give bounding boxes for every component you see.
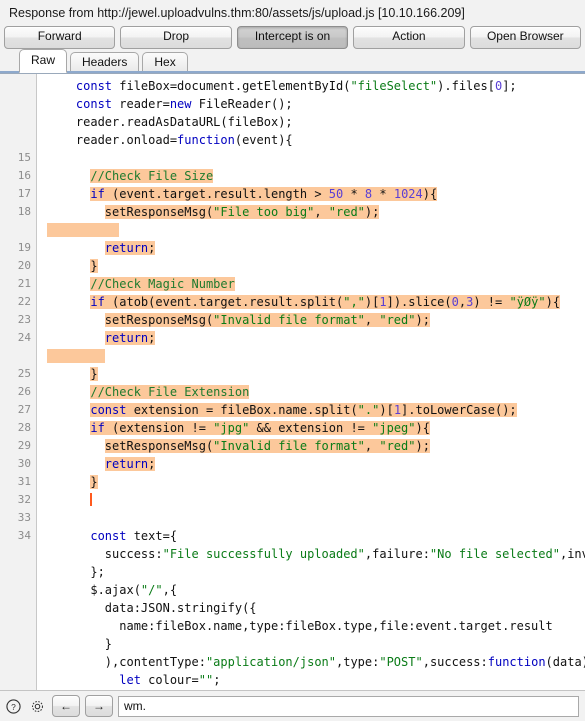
code-line: const text={ — [90, 529, 178, 543]
line-number: 25 — [17, 367, 31, 380]
code-line: switch(data){ — [47, 689, 585, 690]
code-line: //Check File Extension — [90, 385, 250, 399]
line-number — [0, 77, 36, 95]
code-line: } — [90, 475, 98, 489]
burp-proxy-intercept-window: Response from http://jewel.uploadvulns.t… — [0, 0, 585, 721]
line-number: 16 — [17, 169, 31, 182]
code-line: $.ajax("/",{ — [47, 583, 178, 597]
line-number — [0, 653, 36, 671]
code-line: } — [90, 259, 98, 273]
code-line: let colour=""; — [119, 673, 221, 687]
question-mark-icon[interactable]: ? — [4, 697, 23, 716]
code-line: //Check Magic Number — [90, 277, 235, 291]
line-number: 15 — [17, 151, 31, 164]
line-number — [0, 689, 36, 690]
line-number: 33 — [17, 511, 31, 524]
code-line: if (event.target.result.length > 50 * 8 … — [90, 187, 438, 201]
line-number — [0, 581, 36, 599]
line-number: 18 — [17, 205, 31, 218]
code-line — [47, 491, 585, 509]
code-line: reader.onload=function(event){ — [47, 133, 293, 147]
line-number — [0, 599, 36, 617]
line-number: 34 — [17, 529, 31, 542]
tab-headers[interactable]: Headers — [70, 52, 140, 73]
code-line: const reader=new FileReader(); — [75, 97, 293, 111]
tab-raw[interactable]: Raw — [19, 49, 68, 73]
response-code-text[interactable]: const fileBox=document.getElementById("f… — [37, 74, 585, 690]
action-button[interactable]: Action — [353, 26, 465, 49]
code-line: setResponseMsg("File too big", "red"); — [104, 205, 380, 219]
editor-bottom-bar: ? ← → — [0, 690, 585, 721]
text-caret — [90, 493, 93, 506]
line-number: 22 — [17, 295, 31, 308]
code-line: ),contentType:"application/json",type:"P… — [47, 655, 585, 669]
code-line: success:"File successfully uploaded",fai… — [47, 547, 585, 561]
code-line — [47, 221, 585, 239]
code-line: return; — [104, 241, 156, 255]
code-line: const fileBox=document.getElementById("f… — [75, 79, 517, 93]
line-number: 17 — [17, 187, 31, 200]
code-line: return; — [104, 457, 156, 471]
search-back-button[interactable]: ← — [52, 695, 80, 717]
line-number — [0, 563, 36, 581]
line-number — [0, 671, 36, 689]
code-line: reader.readAsDataURL(fileBox); — [47, 115, 293, 129]
line-number — [0, 617, 36, 635]
drop-button[interactable]: Drop — [120, 26, 232, 49]
search-input[interactable] — [118, 695, 579, 717]
line-number: 23 — [17, 313, 31, 326]
line-number: 20 — [17, 259, 31, 272]
code-line: return; — [104, 331, 156, 345]
line-number: 21 — [17, 277, 31, 290]
intercept-toggle-button[interactable]: Intercept is on — [236, 26, 349, 49]
open-browser-button[interactable]: Open Browser — [469, 26, 582, 49]
line-number: 30 — [17, 457, 31, 470]
line-number: 28 — [17, 421, 31, 434]
line-number: 31 — [17, 475, 31, 488]
line-number — [0, 635, 36, 653]
code-line: //Check File Size — [90, 169, 214, 183]
code-line — [47, 347, 585, 365]
line-number — [0, 221, 36, 239]
code-line: setResponseMsg("Invalid file format", "r… — [104, 439, 430, 453]
code-line: const extension = fileBox.name.split("."… — [90, 403, 517, 417]
proxy-action-toolbar: Forward Drop Intercept is on Action Open… — [0, 26, 585, 49]
gear-icon[interactable] — [28, 697, 47, 716]
line-number: 27 — [17, 403, 31, 416]
line-number — [0, 95, 36, 113]
line-number: 32 — [17, 493, 31, 506]
code-line: if (extension != "jpg" && extension != "… — [90, 421, 430, 435]
line-number — [0, 113, 36, 131]
search-forward-button[interactable]: → — [85, 695, 113, 717]
line-number — [0, 545, 36, 563]
code-line: setResponseMsg("Invalid file format", "r… — [104, 313, 430, 327]
message-view-tabs: Raw Headers Hex — [0, 49, 585, 73]
line-number: 24 — [17, 331, 31, 344]
code-line: } — [47, 637, 113, 651]
code-line: data:JSON.stringify({ — [47, 601, 257, 615]
line-number — [0, 347, 36, 365]
code-line: if (atob(event.target.result.split(",")[… — [90, 295, 561, 309]
line-number: 26 — [17, 385, 31, 398]
line-number-gutter: 15 16 17 18 19 20 21 22 23 24 25 26 27 28 29 30 31 32 33 34 — [0, 74, 37, 690]
response-title: Response from http://jewel.uploadvulns.t… — [0, 0, 585, 26]
line-number — [0, 131, 36, 149]
line-number: 29 — [17, 439, 31, 452]
tab-hex[interactable]: Hex — [142, 52, 188, 73]
forward-button[interactable]: Forward — [4, 26, 116, 49]
code-line: }; — [47, 565, 105, 579]
code-line: } — [90, 367, 98, 381]
line-number: 19 — [17, 241, 31, 254]
response-body-editor[interactable]: 15 16 17 18 19 20 21 22 23 24 25 26 27 28 29 30 31 32 33 34… — [0, 73, 585, 690]
code-line: name:fileBox.name,type:fileBox.type,file… — [47, 619, 553, 633]
svg-text:?: ? — [11, 701, 16, 711]
